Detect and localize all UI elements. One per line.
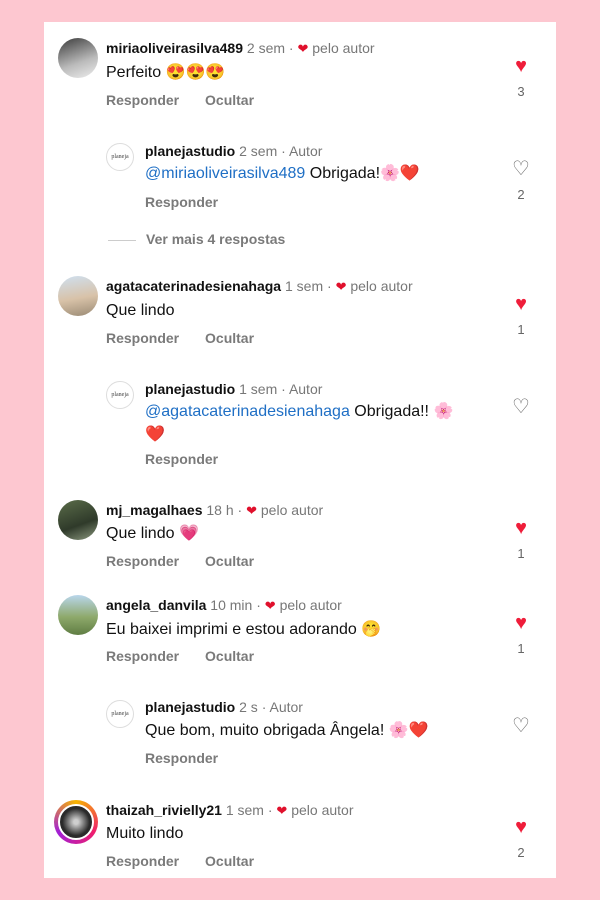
comment-text: Que lindo <box>106 302 175 319</box>
reply-button[interactable]: Responder <box>145 194 218 210</box>
reply-button[interactable]: Responder <box>106 648 179 664</box>
username[interactable]: planejastudio <box>145 143 235 159</box>
like-count: 3 <box>517 84 525 99</box>
heart-icon: ❤ <box>335 279 347 294</box>
like-button[interactable]: ♥ 1 <box>510 294 532 337</box>
like-count: 1 <box>517 322 525 337</box>
username[interactable]: mj_magalhaes <box>106 502 203 518</box>
comment-text: Que bom, muito obrigada Ângela! 🌸❤️ <box>145 722 429 739</box>
liked-by-author: pelo autor <box>260 502 324 518</box>
avatar[interactable]: planeja <box>106 143 134 171</box>
mention-link[interactable]: @miriaoliveirasilva489 <box>145 165 305 182</box>
avatar[interactable]: planeja <box>106 700 134 728</box>
mention-link[interactable]: @agatacaterinadesienahaga <box>145 403 350 420</box>
hide-button[interactable]: Ocultar <box>205 330 254 346</box>
like-button[interactable]: ♥ 1 <box>510 613 532 656</box>
avatar[interactable]: planeja <box>106 381 134 409</box>
username[interactable]: agatacaterinadesienahaga <box>106 278 281 294</box>
heart-icon: ♥ <box>515 612 527 634</box>
heart-icon: ❤ <box>297 41 309 56</box>
heart-outline-icon: ♡ <box>512 396 530 418</box>
liked-by-author: pelo autor <box>312 40 375 56</box>
heart-icon: ♥ <box>515 816 527 838</box>
reply-button[interactable]: Responder <box>106 330 179 346</box>
reply-button[interactable]: Responder <box>106 853 179 869</box>
hide-button[interactable]: Ocultar <box>205 553 254 569</box>
timestamp: 2 sem <box>239 143 278 159</box>
heart-icon: ♥ <box>515 517 527 539</box>
comment-text: Muito lindo <box>106 825 184 842</box>
heart-icon: ❤ <box>246 503 257 518</box>
heart-icon: ♥ <box>515 293 527 315</box>
like-count: 2 <box>517 845 525 860</box>
avatar-image <box>58 804 94 840</box>
author-badge: Autor <box>269 699 303 715</box>
hide-button[interactable]: Ocultar <box>205 853 254 869</box>
comment-text: @agatacaterinadesienahaga Obrigada!! 🌸 ❤️ <box>145 403 454 443</box>
username[interactable]: miriaoliveirasilva489 <box>106 40 243 56</box>
author-badge: Autor <box>288 143 323 159</box>
author-badge: Autor <box>288 381 323 397</box>
comment-text: Que lindo 💗 <box>106 525 199 542</box>
like-button[interactable]: ♥ 1 <box>510 518 532 561</box>
hide-button[interactable]: Ocultar <box>205 92 254 108</box>
username[interactable]: planejastudio <box>145 699 235 715</box>
username[interactable]: thaizah_rivielly21 <box>106 802 222 818</box>
heart-outline-icon: ♡ <box>512 158 530 180</box>
heart-icon: ♥ <box>515 55 527 77</box>
like-button[interactable]: ♡ 2 <box>510 159 532 202</box>
avatar[interactable] <box>58 500 98 540</box>
comment-text: @miriaoliveirasilva489 Obrigada!🌸❤️ <box>145 165 420 182</box>
username[interactable]: angela_danvila <box>106 597 206 613</box>
reply-button[interactable]: Responder <box>145 750 218 766</box>
timestamp: 10 min <box>210 597 253 613</box>
username[interactable]: planejastudio <box>145 381 235 397</box>
hide-button[interactable]: Ocultar <box>205 648 254 664</box>
reply-button[interactable]: Responder <box>106 553 179 569</box>
avatar[interactable] <box>58 595 98 635</box>
reply-button[interactable]: Responder <box>106 92 179 108</box>
heart-icon: ❤ <box>276 803 288 818</box>
timestamp: 1 sem <box>239 381 278 397</box>
timestamp: 18 h <box>206 502 234 518</box>
avatar[interactable] <box>58 38 98 78</box>
like-button[interactable]: ♡ <box>510 397 532 417</box>
like-button[interactable]: ♥ 2 <box>510 817 532 860</box>
like-button[interactable]: ♡ <box>510 716 532 736</box>
like-count: 1 <box>517 641 525 656</box>
liked-by-author: pelo autor <box>350 278 413 294</box>
like-count: 1 <box>517 546 525 561</box>
avatar[interactable] <box>58 276 98 316</box>
timestamp: 1 sem <box>284 278 324 294</box>
comments-panel: miriaoliveirasilva489 2 sem · ❤ pelo aut… <box>44 22 556 878</box>
comment-text: Perfeito 😍😍😍 <box>106 64 226 81</box>
timestamp: 2 sem <box>246 40 286 56</box>
liked-by-author: pelo autor <box>291 802 354 818</box>
liked-by-author: pelo autor <box>279 597 342 613</box>
like-button[interactable]: ♥ 3 <box>510 56 532 99</box>
timestamp: 2 s <box>239 699 258 715</box>
heart-icon: ❤ <box>264 598 276 613</box>
reply-button[interactable]: Responder <box>145 451 218 467</box>
timestamp: 1 sem <box>225 802 264 818</box>
like-count: 2 <box>517 187 525 202</box>
comment-text: Eu baixei imprimi e estou adorando 🤭 <box>106 621 382 638</box>
view-more-replies[interactable]: Ver mais 4 respostas <box>108 231 285 247</box>
heart-outline-icon: ♡ <box>512 715 530 737</box>
